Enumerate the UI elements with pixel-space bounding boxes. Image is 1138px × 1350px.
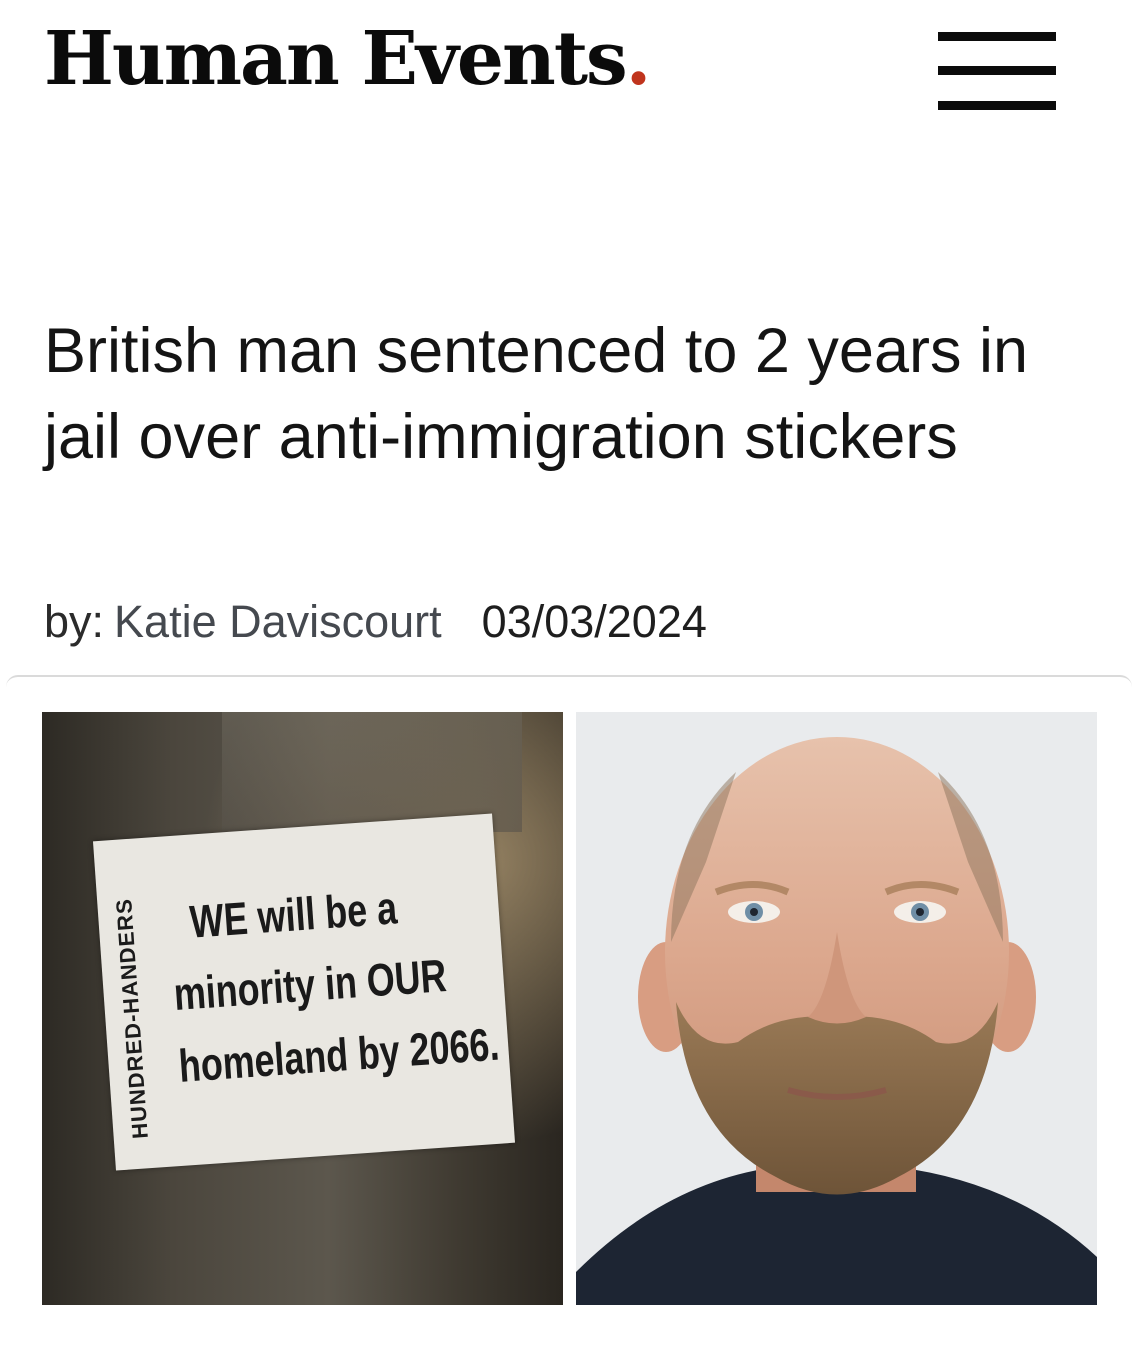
- site-header: Human Events.: [0, 0, 1138, 150]
- article-byline: by: Katie Daviscourt 03/03/2024: [44, 596, 707, 648]
- divider: [6, 675, 1132, 687]
- logo-dot: .: [625, 16, 652, 102]
- publish-date: 03/03/2024: [481, 596, 707, 647]
- hamburger-menu-icon[interactable]: [938, 30, 1056, 112]
- mugshot-illustration: [576, 712, 1097, 1305]
- author-link[interactable]: Katie Daviscourt: [114, 596, 442, 647]
- sticker-brand: HUNDRED-HANDERS: [111, 897, 153, 1140]
- mugshot-photo: [576, 712, 1097, 1305]
- article-headline: British man sentenced to 2 years in jail…: [44, 316, 1029, 473]
- menu-bar: [938, 66, 1056, 75]
- site-logo[interactable]: Human Events.: [44, 22, 651, 96]
- byline-prefix: by:: [44, 596, 105, 647]
- menu-bar: [938, 32, 1056, 41]
- sticker: HUNDRED-HANDERS WE will be a minority in…: [92, 813, 516, 1171]
- sticker-message: WE will be a minority in OUR homeland by…: [166, 871, 501, 1102]
- sticker-photo: HUNDRED-HANDERS WE will be a minority in…: [42, 712, 563, 1305]
- logo-text: Human Events: [44, 16, 628, 102]
- menu-bar: [938, 101, 1056, 110]
